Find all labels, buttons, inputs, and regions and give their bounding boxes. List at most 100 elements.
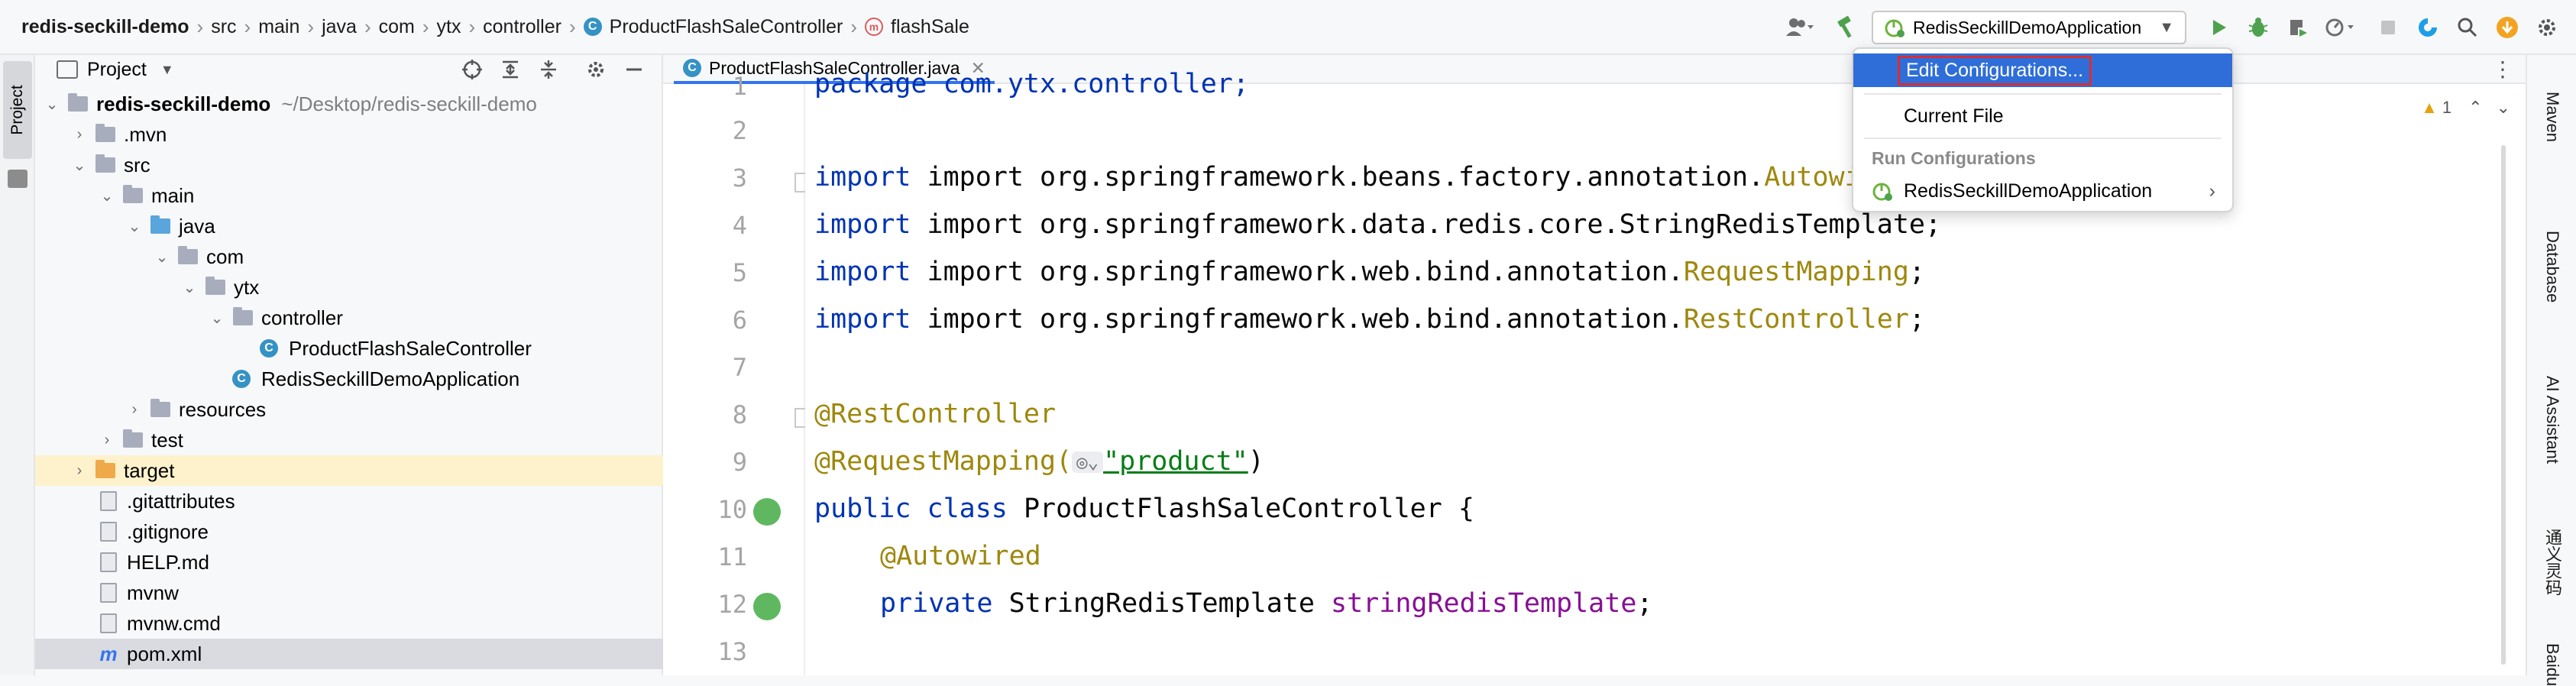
coverage-icon[interactable] (2283, 12, 2313, 43)
tree-item-help-md[interactable]: HELP.md (35, 547, 663, 578)
current-file-label: Current File (1904, 105, 2004, 127)
tree-item-src[interactable]: ⌄ src (35, 150, 663, 180)
menu-divider (1864, 138, 2222, 139)
left-tool-stripe: Project (0, 55, 35, 675)
chevron-right-icon[interactable]: › (70, 462, 89, 480)
tree-item-ytx[interactable]: ⌄ ytx (35, 272, 663, 303)
tree-item-gitattributes[interactable]: .gitattributes (35, 486, 663, 516)
chevron-down-icon[interactable]: ⌄ (208, 309, 226, 328)
tree-item-label: .mvn (124, 122, 167, 146)
autowired-gutter-icon[interactable] (753, 593, 781, 620)
tree-item-project-root[interactable]: ⌄ redis-seckill-demo ~/Desktop/redis-sec… (35, 89, 663, 119)
chevron-right-icon[interactable]: › (70, 126, 89, 144)
spring-boot-icon (1872, 183, 1892, 201)
code-token: @RestController (814, 399, 1057, 429)
more-options-icon[interactable]: ⋮ (2492, 57, 2513, 82)
fold-marker-icon[interactable] (794, 173, 805, 193)
breadcrumb-method[interactable]: m flashSale (865, 16, 969, 38)
tree-item-mvnw[interactable]: mvnw (35, 578, 663, 608)
current-file-item[interactable]: Current File (1853, 99, 2232, 133)
tree-item-target[interactable]: › target (35, 455, 663, 486)
stop-icon[interactable] (2373, 12, 2403, 43)
settings-icon[interactable] (2532, 12, 2562, 43)
shell-file-icon (98, 583, 119, 603)
spring-bean-gutter-icon[interactable] (753, 498, 781, 526)
chevron-down-icon[interactable]: ⌄ (70, 156, 89, 175)
chevron-down-icon[interactable]: ⌄ (125, 217, 144, 236)
breadcrumb-main[interactable]: main (258, 16, 299, 38)
chevron-right-icon[interactable]: › (125, 401, 144, 419)
module-folder-icon (67, 93, 89, 113)
search-icon[interactable] (2452, 12, 2483, 43)
ai-assistant-tool-button[interactable]: AI Assistant (2527, 376, 2576, 464)
tree-item-pom-xml[interactable]: m pom.xml (35, 639, 663, 669)
code-line-8: @RestController (814, 399, 1056, 429)
plugin-swirl-icon[interactable] (2413, 12, 2443, 43)
locate-file-icon[interactable] (458, 56, 486, 83)
settings-icon[interactable] (582, 56, 610, 83)
tree-item-controller-class[interactable]: C ProductFlashSaleController (35, 333, 663, 364)
tree-item-application-class[interactable]: C RedisSeckillDemoApplication (35, 364, 663, 394)
chevron-down-icon[interactable]: ⌄ (180, 278, 199, 297)
chevron-down-icon: ▼ (2159, 18, 2174, 36)
build-hammer-icon[interactable] (1830, 12, 1861, 43)
project-panel-title[interactable]: Project (87, 59, 147, 81)
tree-item-label: src (124, 153, 150, 176)
breadcrumb-separator: › (307, 15, 315, 38)
run-config-item[interactable]: RedisSeckillDemoApplication › (1853, 174, 2232, 208)
expand-all-icon[interactable] (497, 56, 524, 83)
structure-tool-icon[interactable] (8, 170, 28, 188)
chevron-down-icon[interactable]: ▼ (160, 62, 174, 78)
fold-marker-icon[interactable] (794, 408, 805, 428)
breadcrumb-src[interactable]: src (211, 16, 236, 38)
tree-item-gitignore[interactable]: .gitignore (35, 516, 663, 547)
debug-icon[interactable] (2243, 12, 2273, 43)
collapse-all-icon[interactable] (535, 56, 562, 83)
breadcrumb-class-label: ProductFlashSaleController (609, 15, 843, 37)
tree-item-main[interactable]: ⌄ main (35, 180, 663, 211)
project-tool-label: Project (8, 85, 26, 135)
tongyi-lingma-tool-button[interactable]: 通义灵码 (2527, 529, 2576, 596)
breadcrumb-java[interactable]: java (322, 16, 357, 38)
excluded-folder-icon (95, 460, 116, 480)
maven-tool-button[interactable]: Maven (2527, 92, 2576, 142)
baidu-tool-button[interactable]: Baidu (2527, 643, 2576, 686)
run-icon[interactable] (2203, 12, 2234, 43)
chevron-down-icon[interactable]: ⌄ (43, 95, 61, 114)
vertical-scrollbar[interactable] (2501, 145, 2506, 665)
run-configuration-selector[interactable]: RedisSeckillDemoApplication ▼ (1872, 11, 2186, 44)
tree-item-com[interactable]: ⌄ com (35, 241, 663, 272)
breadcrumb-project[interactable]: redis-seckill-demo (21, 16, 189, 38)
edit-configurations-item[interactable]: Edit Configurations... (1853, 53, 2232, 87)
inspection-indicators[interactable]: ▲ 1 ⌃ ⌄ (2421, 98, 2510, 118)
chevron-down-icon[interactable]: ⌄ (153, 248, 171, 267)
user-profile-icon[interactable] (1782, 12, 1821, 43)
chevron-right-icon[interactable]: › (98, 432, 116, 449)
code-line-11: @Autowired (880, 541, 1041, 571)
code-line-3: import import org.springframework.beans.… (814, 162, 1925, 193)
tree-item-controller[interactable]: ⌄ controller (35, 303, 663, 333)
breadcrumb-class[interactable]: C ProductFlashSaleController (583, 15, 843, 38)
tree-item-mvn[interactable]: › .mvn (35, 119, 663, 150)
tree-item-resources[interactable]: › resources (35, 394, 663, 425)
breadcrumb-separator: › (196, 15, 204, 38)
tree-item-label: pom.xml (127, 642, 202, 665)
updates-icon[interactable] (2492, 12, 2523, 43)
profiler-icon[interactable] (2322, 12, 2364, 43)
code-editor[interactable]: 1 2 3 4 5 6 7 8 9 10 11 12 13 package co… (663, 69, 2526, 675)
web-endpoint-inlay-icon[interactable]: ◎⌄ (1072, 451, 1104, 473)
chevron-down-icon[interactable]: ⌄ (2497, 98, 2510, 118)
breadcrumb-ytx[interactable]: ytx (437, 16, 461, 38)
tree-item-mvnw-cmd[interactable]: mvnw.cmd (35, 608, 663, 639)
tree-item-test[interactable]: › test (35, 425, 663, 455)
tree-item-java[interactable]: ⌄ java (35, 211, 663, 241)
breadcrumb-controller[interactable]: controller (483, 16, 561, 38)
breadcrumb-com[interactable]: com (379, 16, 415, 38)
markdown-file-icon (98, 552, 119, 572)
warning-count: 1 (2442, 98, 2452, 117)
hide-panel-icon[interactable] (620, 56, 648, 83)
chevron-up-icon[interactable]: ⌃ (2468, 98, 2482, 118)
project-tool-button[interactable]: Project (3, 61, 32, 159)
database-tool-button[interactable]: Database (2527, 231, 2576, 303)
chevron-down-icon[interactable]: ⌄ (98, 186, 116, 205)
